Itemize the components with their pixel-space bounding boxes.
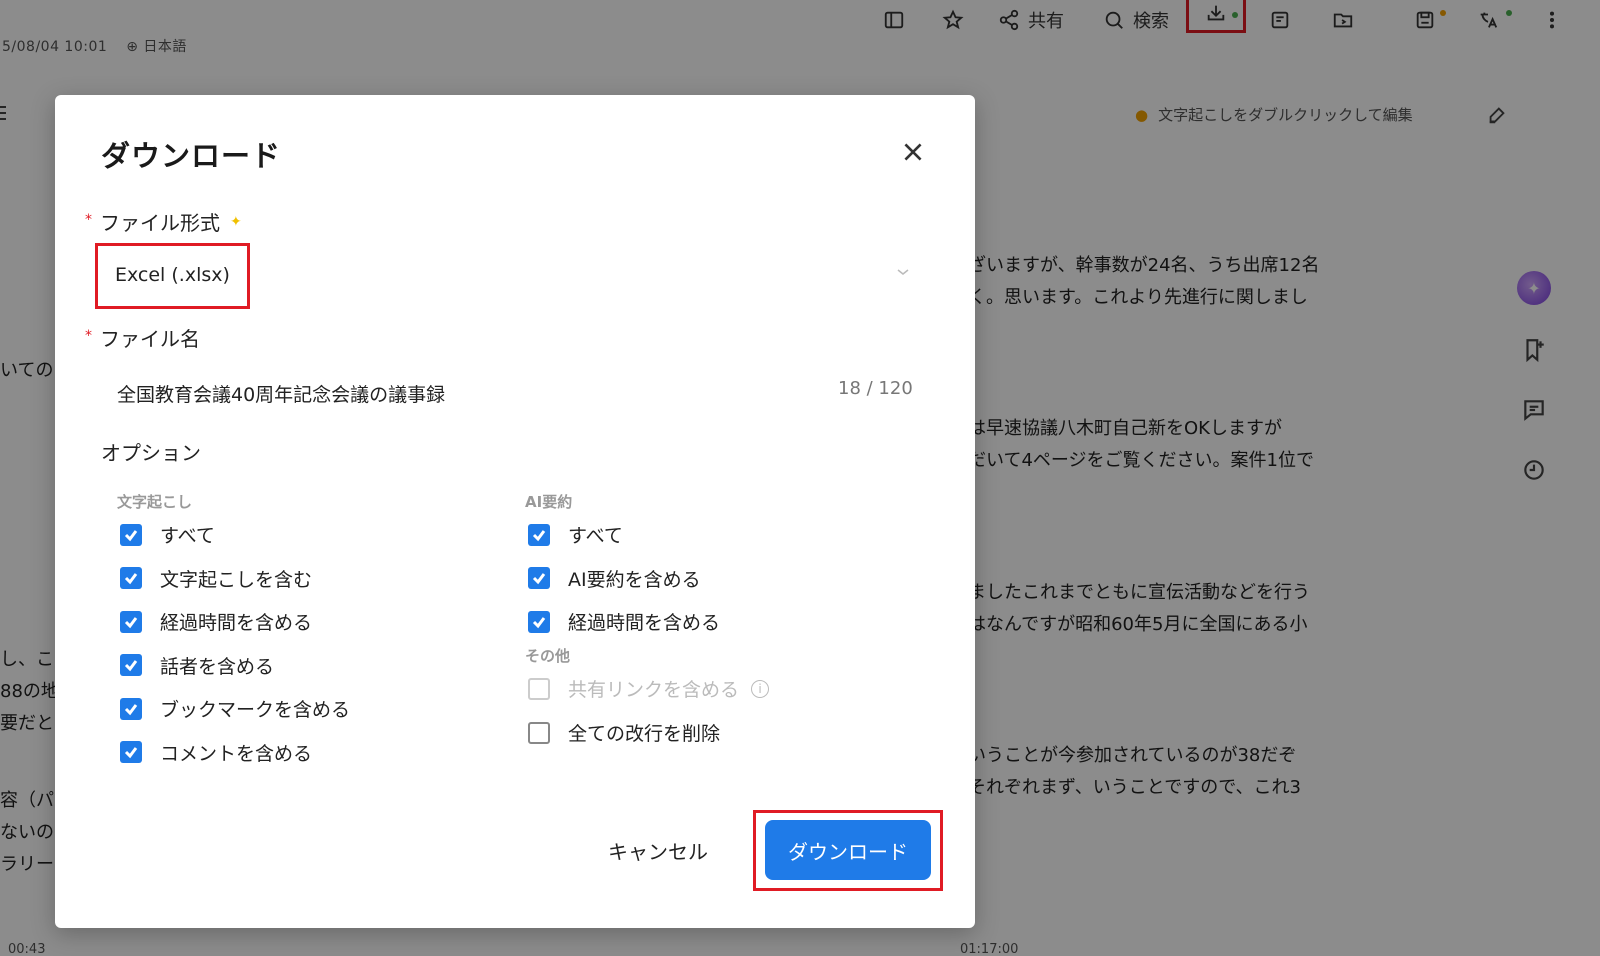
other-section-label: その他 bbox=[525, 647, 571, 665]
close-icon bbox=[904, 143, 922, 161]
checkbox[interactable] bbox=[120, 567, 142, 589]
chevron-down-icon[interactable] bbox=[895, 264, 911, 280]
option-row[interactable]: 経過時間を含める bbox=[120, 608, 312, 635]
checkbox bbox=[528, 677, 550, 700]
option-label: 経過時間を含める bbox=[568, 612, 721, 634]
option-label: 共有リンクを含める bbox=[568, 679, 740, 701]
option-label: 話者を含める bbox=[160, 655, 275, 678]
option-row[interactable]: 文字起こしを含む bbox=[120, 565, 312, 592]
checkbox[interactable] bbox=[528, 610, 550, 633]
option-row[interactable]: 経過時間を含める bbox=[528, 608, 720, 635]
option-label: AI要約を含める bbox=[568, 568, 701, 591]
option-row[interactable]: コメントを含める bbox=[120, 739, 312, 766]
download-dialog: ダウンロード * ファイル形式 ✦ Excel (.xlsx) * ファイル名 … bbox=[55, 95, 975, 928]
file-name-label-text: ファイル名 bbox=[100, 327, 200, 351]
option-label: 経過時間を含める bbox=[160, 612, 313, 634]
option-row[interactable]: すべて bbox=[120, 521, 215, 548]
checkbox[interactable] bbox=[528, 567, 550, 589]
option-label: ブックマークを含める bbox=[160, 699, 351, 721]
checkbox[interactable] bbox=[120, 741, 142, 763]
checkbox[interactable] bbox=[528, 721, 550, 744]
option-label: 全ての改行を削除 bbox=[568, 723, 721, 745]
options-label: オプション bbox=[101, 441, 201, 465]
file-name-label: * ファイル名 bbox=[85, 323, 200, 352]
ai-section-label: AI要約 bbox=[525, 493, 573, 511]
info-icon[interactable]: i bbox=[751, 679, 770, 698]
option-label: すべて bbox=[160, 525, 215, 547]
character-counter: 18 / 120 bbox=[838, 378, 913, 399]
option-row: 共有リンクを含める i bbox=[528, 675, 770, 702]
file-format-label: * ファイル形式 ✦ bbox=[85, 207, 242, 236]
option-label: 文字起こしを含む bbox=[160, 568, 313, 591]
option-row[interactable]: ブックマークを含める bbox=[120, 695, 350, 722]
sparkle-icon: ✦ bbox=[230, 213, 242, 230]
close-button[interactable] bbox=[900, 139, 926, 165]
file-name-input[interactable] bbox=[95, 365, 925, 421]
checkbox[interactable] bbox=[528, 523, 550, 546]
option-label: コメントを含める bbox=[160, 742, 313, 765]
cancel-button[interactable]: キャンセル bbox=[603, 830, 713, 870]
highlight-box bbox=[753, 810, 943, 891]
checkbox[interactable] bbox=[120, 697, 142, 720]
file-format-label-text: ファイル形式 bbox=[100, 211, 220, 235]
option-row[interactable]: AI要約を含める bbox=[528, 565, 701, 592]
option-row[interactable]: すべて bbox=[528, 521, 623, 548]
required-marker: * bbox=[85, 211, 92, 228]
transcript-section-label: 文字起こし bbox=[117, 493, 193, 511]
option-row[interactable]: 話者を含める bbox=[120, 652, 274, 679]
checkbox[interactable] bbox=[120, 610, 142, 633]
option-row[interactable]: 全ての改行を削除 bbox=[528, 719, 720, 746]
checkbox[interactable] bbox=[120, 654, 142, 676]
dialog-title: ダウンロード bbox=[101, 139, 282, 173]
option-label: すべて bbox=[568, 525, 623, 547]
required-marker: * bbox=[85, 327, 92, 344]
checkbox[interactable] bbox=[120, 523, 142, 546]
highlight-box bbox=[95, 243, 250, 309]
